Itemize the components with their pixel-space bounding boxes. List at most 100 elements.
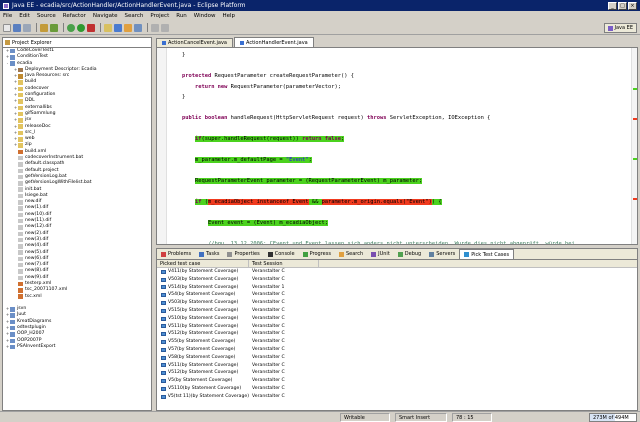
search-icon[interactable] bbox=[134, 23, 142, 32]
tab-tasks[interactable]: Tasks bbox=[195, 249, 223, 259]
table-row[interactable]: V503(by Statement Coverage) Veranstalter … bbox=[157, 299, 637, 307]
file-icon bbox=[18, 168, 23, 174]
tab-label: Search bbox=[345, 251, 364, 257]
menu-run[interactable]: Run bbox=[176, 13, 187, 19]
test-case-cell: V54(by Statement Coverage) bbox=[157, 291, 249, 299]
tab-search[interactable]: Search bbox=[335, 249, 367, 259]
menu-navigate[interactable]: Navigate bbox=[93, 13, 118, 19]
table-row[interactable]: V511(by Statement Coverage) Veranstalter … bbox=[157, 323, 637, 331]
tab-debug[interactable]: Debug bbox=[394, 249, 425, 259]
menu-refactor[interactable]: Refactor bbox=[63, 13, 86, 19]
tab-progress[interactable]: Progress bbox=[299, 249, 335, 259]
test-case-icon bbox=[161, 394, 166, 399]
table-row[interactable]: V5(tst 11)(by Statement Coverage) Veranst… bbox=[157, 393, 637, 401]
table-row[interactable]: V411(by Statement Coverage) Veranstalter … bbox=[157, 268, 637, 276]
writable-status: Writable bbox=[340, 413, 390, 422]
tab-junit[interactable]: JUnit bbox=[367, 249, 394, 259]
table-row[interactable]: V510(by Statement Coverage) Veranstalter … bbox=[157, 315, 637, 323]
toolbar-separator bbox=[147, 23, 148, 32]
menu-project[interactable]: Project bbox=[150, 13, 169, 19]
menu-window[interactable]: Window bbox=[194, 13, 216, 19]
menu-source[interactable]: Source bbox=[37, 13, 56, 19]
menu-help[interactable]: Help bbox=[222, 13, 235, 19]
file-icon bbox=[18, 181, 23, 186]
test-case-icon bbox=[161, 308, 166, 313]
test-case-icon bbox=[161, 340, 166, 345]
test-session-cell: Veranstalter C bbox=[252, 346, 285, 352]
tab-project-explorer[interactable]: Project Explorer bbox=[2, 37, 152, 47]
table-row[interactable]: V55(by Statement Coverage) Veranstalter C bbox=[157, 338, 637, 346]
test-case-label: V512(by Statement Coverage) bbox=[168, 370, 239, 376]
pick-test-cases-view[interactable]: Picked test case Test Session V411(by St… bbox=[156, 260, 638, 411]
problems-icon bbox=[161, 251, 166, 257]
test-case-label: V512(by Statement Coverage) bbox=[168, 331, 239, 337]
external-tools-icon[interactable] bbox=[87, 23, 95, 32]
maximize-button[interactable]: □ bbox=[618, 1, 627, 10]
column-test-session[interactable]: Test Session bbox=[249, 260, 319, 267]
new-class-icon[interactable] bbox=[114, 23, 122, 32]
perspective-label: Java EE bbox=[614, 25, 633, 31]
forward-icon[interactable] bbox=[161, 23, 169, 32]
table-row[interactable]: V512(by Statement Coverage) Veranstalter … bbox=[157, 369, 637, 377]
code-editor[interactable]: } protected RequestParameter createReque… bbox=[156, 47, 638, 245]
test-case-cell: V5(by Statement Coverage) bbox=[157, 377, 249, 385]
table-row[interactable]: V515(by Statement Coverage) Veranstalter … bbox=[157, 307, 637, 315]
tab-properties[interactable]: Properties bbox=[223, 249, 263, 259]
table-row[interactable]: V511(by Statement Coverage) Veranstalter … bbox=[157, 362, 637, 370]
menu-edit[interactable]: Edit bbox=[19, 13, 30, 19]
test-case-label: V515(by Statement Coverage) bbox=[168, 307, 239, 313]
insert-mode-status: Smart Insert bbox=[395, 413, 447, 422]
file-icon bbox=[18, 225, 23, 230]
table-row[interactable]: V57(by Statement Coverage) Veranstalter C bbox=[157, 346, 637, 354]
folder-icon bbox=[18, 143, 23, 148]
test-case-label: V5(by Statement Coverage) bbox=[168, 378, 233, 384]
table-row[interactable]: V512(by Statement Coverage) Veranstalter … bbox=[157, 330, 637, 338]
table-row[interactable]: V54(by Statement Coverage) Veranstalter C bbox=[157, 291, 637, 299]
test-case-icon bbox=[161, 301, 166, 306]
back-icon[interactable] bbox=[151, 23, 159, 32]
test-session-cell: Veranstalter C bbox=[252, 292, 285, 298]
debug-icon bbox=[397, 251, 403, 257]
table-row[interactable]: V5110(by Statement Coverage) Veranstalter… bbox=[157, 385, 637, 393]
tab-servers[interactable]: Servers bbox=[425, 249, 459, 259]
folder-icon bbox=[18, 118, 23, 123]
tree-item[interactable]: + PSAInventExport bbox=[3, 344, 151, 350]
test-case-icon bbox=[161, 355, 166, 360]
print-icon[interactable] bbox=[23, 23, 31, 32]
perspective-switcher[interactable]: Java EE bbox=[603, 23, 637, 33]
project-icon bbox=[10, 55, 15, 60]
tab-label: Problems bbox=[168, 251, 192, 257]
menu-file[interactable]: File bbox=[3, 13, 12, 19]
test-case-icon bbox=[161, 316, 166, 321]
table-row[interactable]: V5(by Statement Coverage) Veranstalter C bbox=[157, 377, 637, 385]
open-type-icon[interactable] bbox=[124, 23, 132, 32]
file-icon bbox=[18, 155, 23, 161]
new-package-icon[interactable] bbox=[104, 23, 112, 32]
tab-action-cancel-event[interactable]: ActionCancelEvent.java bbox=[156, 38, 233, 47]
project-icon bbox=[10, 319, 15, 325]
close-button[interactable]: × bbox=[628, 1, 637, 10]
debug-icon[interactable] bbox=[67, 23, 75, 32]
column-picked-test-case[interactable]: Picked test case bbox=[157, 260, 249, 267]
file-icon bbox=[18, 212, 23, 218]
tab-console[interactable]: Console bbox=[264, 249, 299, 259]
tab-pick-test-cases[interactable]: Pick Test Cases bbox=[459, 249, 515, 259]
heap-status[interactable]: 273M of 494M bbox=[589, 413, 637, 422]
save-icon[interactable] bbox=[13, 23, 21, 32]
run-icon[interactable] bbox=[77, 23, 85, 32]
overview-ruler[interactable] bbox=[631, 48, 637, 244]
server-icon[interactable] bbox=[40, 23, 48, 32]
menu-search[interactable]: Search bbox=[125, 13, 144, 19]
test-session-cell: Veranstalter C bbox=[252, 315, 285, 321]
test-session-cell: Veranstalter C bbox=[252, 276, 285, 282]
toolbar-separator bbox=[100, 23, 101, 32]
tab-action-handler-event[interactable]: ActionHandlerEvent.java bbox=[234, 37, 314, 47]
table-row[interactable]: V514(by Statement Coverage) Veranstalter … bbox=[157, 284, 637, 292]
build-icon[interactable] bbox=[50, 23, 58, 32]
table-row[interactable]: V58(by Statement Coverage) Veranstalter C bbox=[157, 354, 637, 362]
project-explorer-tree[interactable]: + CodeCoverTest1 + ConditionTest - ecadia + Dep… bbox=[2, 47, 152, 411]
table-row[interactable]: V503(by Statement Coverage) Veranstalter … bbox=[157, 276, 637, 284]
tab-problems[interactable]: Problems bbox=[157, 249, 195, 259]
minimize-button[interactable]: _ bbox=[608, 1, 617, 10]
new-icon[interactable] bbox=[3, 23, 11, 32]
